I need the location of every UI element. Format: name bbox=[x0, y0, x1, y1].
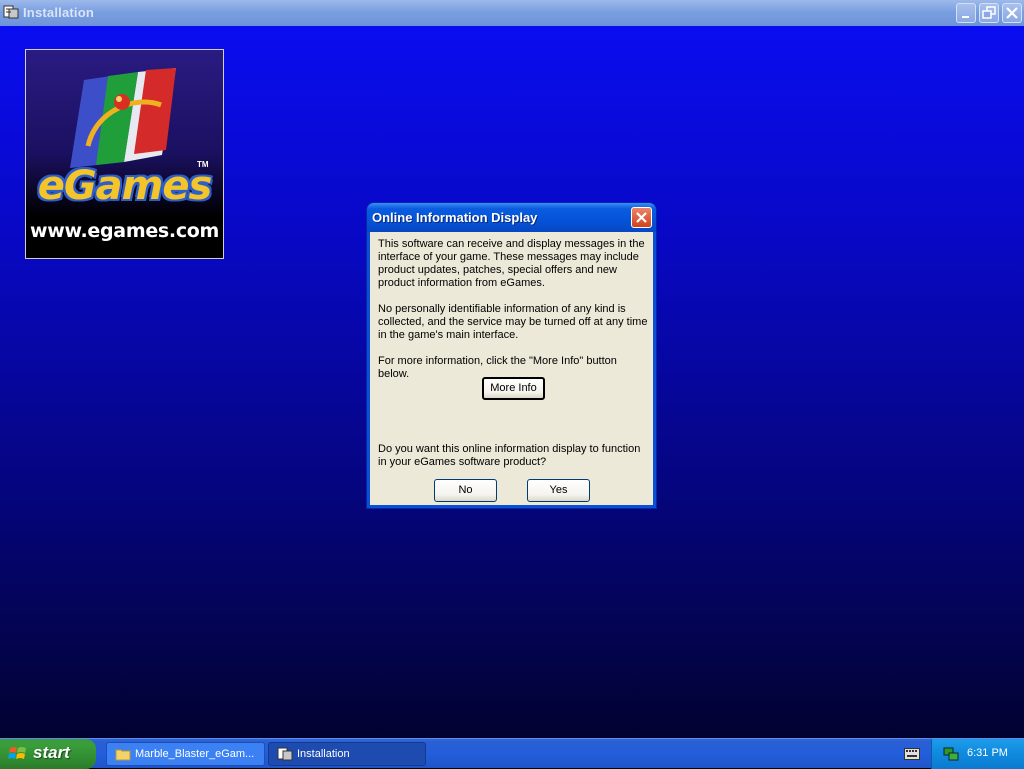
message-paragraph-1: This software can receive and display me… bbox=[378, 238, 645, 289]
restore-button[interactable] bbox=[979, 3, 999, 23]
network-icon[interactable] bbox=[942, 745, 960, 763]
folder-icon bbox=[115, 749, 131, 761]
dialog-close-button[interactable] bbox=[631, 207, 652, 228]
installer-icon bbox=[277, 747, 293, 761]
question-text: Do you want this online information disp… bbox=[378, 443, 641, 468]
taskbar-item-installation[interactable]: Installation bbox=[268, 742, 426, 766]
windows-logo-icon bbox=[8, 747, 26, 759]
minimize-button[interactable] bbox=[956, 3, 976, 23]
dialog-title: Online Information Display bbox=[372, 210, 538, 225]
window-titlebar[interactable]: Installation bbox=[0, 0, 1024, 26]
system-tray: 6:31 PM bbox=[931, 739, 1024, 769]
start-label: start bbox=[33, 743, 70, 762]
egames-url: www.egames.com bbox=[29, 220, 220, 242]
dialog-body: This software can receive and display me… bbox=[370, 232, 653, 505]
clock[interactable]: 6:31 PM bbox=[967, 747, 1008, 759]
more-info-button[interactable]: More Info bbox=[482, 377, 545, 400]
taskbar-item-label: Marble_Blaster_eGam... bbox=[135, 748, 255, 760]
no-button[interactable]: No bbox=[434, 479, 497, 502]
taskbar-item-folder[interactable]: Marble_Blaster_eGam... bbox=[106, 742, 265, 766]
window-title: Installation bbox=[23, 5, 95, 20]
yes-button[interactable]: Yes bbox=[527, 479, 590, 502]
egames-logo: eGames TM www.egames.com bbox=[25, 49, 224, 259]
window-close-button[interactable] bbox=[1002, 3, 1022, 23]
dialog-titlebar[interactable]: Online Information Display bbox=[367, 203, 656, 232]
taskbar-item-label: Installation bbox=[297, 748, 350, 760]
taskbar: start Marble_Blaster_eGam... Installatio… bbox=[0, 738, 1024, 769]
start-button[interactable]: start bbox=[0, 739, 96, 769]
keyboard-icon[interactable] bbox=[904, 748, 920, 760]
trademark-mark: TM bbox=[197, 160, 209, 169]
egames-brand: eGames bbox=[37, 163, 213, 209]
message-paragraph-2: No personally identifiable information o… bbox=[378, 303, 648, 341]
installer-icon bbox=[3, 4, 19, 20]
online-info-dialog: Online Information Display This software… bbox=[367, 203, 656, 508]
